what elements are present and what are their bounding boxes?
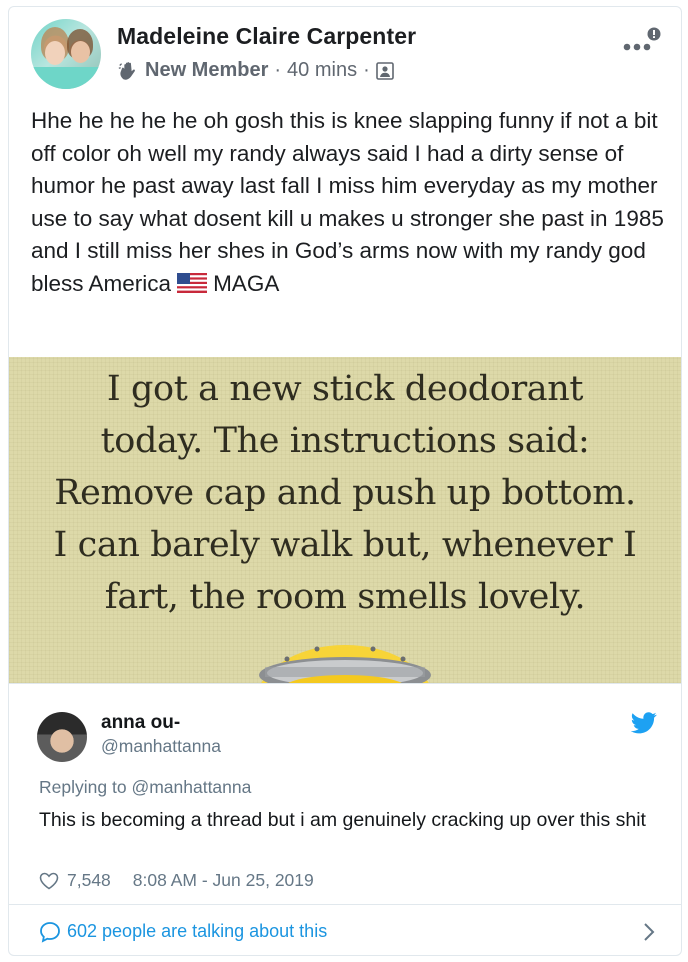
tweet-text: This is becoming a thread but i am genui… xyxy=(39,809,646,831)
meme-caption: I got a new stick deodorant today. The i… xyxy=(9,363,681,623)
tweet-card: Madeleine Claire Carpenter New Member · … xyxy=(8,6,682,956)
author-avatar[interactable] xyxy=(31,19,101,89)
author-name[interactable]: Madeleine Claire Carpenter xyxy=(117,23,416,50)
tweet-author-avatar[interactable] xyxy=(37,712,87,762)
reply-context: Replying to @manhattanna xyxy=(39,777,251,798)
audience-group-icon[interactable] xyxy=(375,61,394,80)
speech-bubble-icon xyxy=(40,922,60,943)
heart-icon[interactable] xyxy=(39,872,59,890)
minion-goggles-illustration xyxy=(259,645,431,683)
talking-count-label[interactable]: 602 people are talking about this xyxy=(67,921,327,942)
more-options-icon[interactable] xyxy=(621,27,667,57)
post-text-tail: MAGA xyxy=(213,270,280,296)
meme-line: today. The instructions said: xyxy=(100,421,590,461)
reply-to-handle[interactable]: @manhattanna xyxy=(131,777,251,797)
chevron-right-icon[interactable] xyxy=(643,922,655,942)
meme-image[interactable]: I got a new stick deodorant today. The i… xyxy=(9,357,681,683)
tweet-footer: 7,548 8:08 AM - Jun 25, 2019 xyxy=(39,870,314,891)
post-meta: New Member · 40 mins · xyxy=(117,59,394,82)
meme-line: I can barely walk but, whenever I xyxy=(53,525,637,565)
member-badge: New Member xyxy=(145,59,269,81)
waving-hand-icon xyxy=(118,61,135,80)
us-flag-icon xyxy=(177,272,208,293)
meta-separator: · xyxy=(363,59,370,81)
meme-line: Remove cap and push up bottom. xyxy=(54,473,636,513)
like-count[interactable]: 7,548 xyxy=(67,870,111,891)
tweet-timestamp[interactable]: 8:08 AM - Jun 25, 2019 xyxy=(133,870,314,891)
reply-prefix: Replying to xyxy=(39,777,127,797)
twitter-bird-icon[interactable] xyxy=(631,712,657,734)
embedded-tweet[interactable]: anna ou- @manhattanna Replying to @manha… xyxy=(9,683,681,904)
post-text: Hhe he he he he oh gosh this is knee sla… xyxy=(31,108,664,296)
post-time[interactable]: 40 mins xyxy=(287,59,357,82)
post-header: Madeleine Claire Carpenter New Member · … xyxy=(9,7,681,97)
meta-separator: · xyxy=(274,59,282,81)
meme-line: fart, the room smells lovely. xyxy=(104,577,586,617)
conversation-link[interactable]: 602 people are talking about this xyxy=(9,904,681,955)
tweet-author-handle[interactable]: @manhattanna xyxy=(101,736,221,757)
tweet-author-name[interactable]: anna ou- xyxy=(101,712,180,734)
post-body: Hhe he he he he oh gosh this is knee sla… xyxy=(31,105,671,300)
meme-line: I got a new stick deodorant xyxy=(106,369,584,409)
